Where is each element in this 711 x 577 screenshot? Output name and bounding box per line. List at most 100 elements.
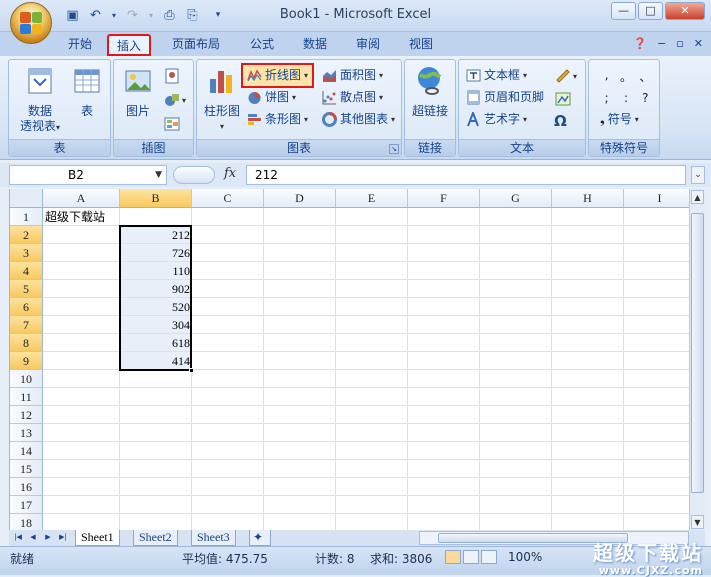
column-header-b[interactable]: B <box>120 189 192 208</box>
tab-page-layout[interactable]: 页面布局 <box>164 34 228 56</box>
next-sheet-icon[interactable]: ▶ <box>41 531 55 545</box>
table-button[interactable]: 表 <box>67 65 107 119</box>
picture-button[interactable]: 图片 <box>118 65 158 119</box>
row-header-16[interactable]: 16 <box>10 478 43 496</box>
name-box[interactable]: B2 ▼ <box>9 165 167 185</box>
ribbon-restore-icon[interactable]: ▫ <box>676 37 683 50</box>
sheet-tab-1[interactable]: Sheet1 <box>75 530 120 546</box>
last-sheet-icon[interactable]: ▶| <box>56 531 70 545</box>
column-header-f[interactable]: F <box>408 189 480 208</box>
page-layout-view-icon[interactable] <box>463 550 479 564</box>
clip-art-icon[interactable] <box>164 68 180 84</box>
zoom-level[interactable]: 100% <box>508 550 542 564</box>
scroll-up-icon[interactable]: ▲ <box>691 190 704 204</box>
row-header-11[interactable]: 11 <box>10 388 43 406</box>
bar-chart-button[interactable]: 条形图 ▾ <box>244 110 311 129</box>
expand-formula-bar-icon[interactable]: ⌄ <box>691 166 705 184</box>
close-icon[interactable]: ✕ <box>665 2 705 20</box>
tab-formulas[interactable]: 公式 <box>242 34 282 56</box>
symbol-semicolon-icon[interactable]: ; <box>597 91 616 105</box>
tab-review[interactable]: 审阅 <box>348 34 388 56</box>
tab-insert[interactable]: 插入 <box>107 34 152 56</box>
charts-dialog-launcher-icon[interactable]: ↘ <box>389 144 399 154</box>
row-header-17[interactable]: 17 <box>10 496 43 514</box>
symbol-button[interactable]: ❟ 符号 ▾ <box>597 110 642 129</box>
column-header-a[interactable]: A <box>43 189 120 208</box>
vertical-scrollbar[interactable]: ▲ ▼ <box>689 189 705 530</box>
other-charts-button[interactable]: 其他图表 ▾ <box>319 110 398 129</box>
hyperlink-button[interactable]: 超链接 <box>407 65 453 119</box>
formula-bar-splitter[interactable] <box>173 166 215 184</box>
row-header-1[interactable]: 1 <box>10 208 43 226</box>
insert-function-icon[interactable]: fx <box>224 166 236 181</box>
cell-a1[interactable]: 超级下载站 <box>45 208 105 226</box>
row-header-4[interactable]: 4 <box>10 262 43 280</box>
column-header-c[interactable]: C <box>192 189 264 208</box>
wordart-button[interactable]: 艺术字 ▾ <box>463 110 530 129</box>
area-chart-button[interactable]: 面积图 ▾ <box>319 66 386 85</box>
symbol-colon-icon[interactable]: : <box>616 91 635 105</box>
textbox-button[interactable]: 文本框 ▾ <box>463 66 530 85</box>
scroll-down-icon[interactable]: ▼ <box>691 515 704 529</box>
column-header-i[interactable]: I <box>624 189 689 208</box>
row-header-6[interactable]: 6 <box>10 298 43 316</box>
select-all-corner[interactable] <box>10 189 43 208</box>
row-header-2[interactable]: 2 <box>10 226 43 244</box>
prev-sheet-icon[interactable]: ◀ <box>26 531 40 545</box>
row-header-7[interactable]: 7 <box>10 316 43 334</box>
sheet-tab-3[interactable]: Sheet3 <box>191 530 236 546</box>
tab-home[interactable]: 开始 <box>60 34 100 56</box>
formula-input[interactable]: 212 <box>246 165 686 185</box>
first-sheet-icon[interactable]: |◀ <box>11 531 25 545</box>
smartart-icon[interactable] <box>164 116 180 132</box>
column-header-h[interactable]: H <box>552 189 624 208</box>
row-header-13[interactable]: 13 <box>10 424 43 442</box>
tab-data[interactable]: 数据 <box>295 34 335 56</box>
pivot-table-button[interactable]: 数据 透视表▾ <box>15 65 65 135</box>
signature-dropdown-icon[interactable]: ▾ <box>573 72 577 81</box>
row-header-5[interactable]: 5 <box>10 280 43 298</box>
row-header-14[interactable]: 14 <box>10 442 43 460</box>
column-chart-button[interactable]: 柱形图 ▾ <box>201 65 243 134</box>
tab-view[interactable]: 视图 <box>401 34 441 56</box>
help-icon[interactable]: ❓ <box>633 37 647 50</box>
office-button[interactable] <box>10 2 52 44</box>
normal-view-icon[interactable] <box>445 550 461 564</box>
name-box-dropdown-icon[interactable]: ▼ <box>155 166 162 184</box>
shapes-icon[interactable] <box>164 92 180 108</box>
symbol-period-icon[interactable]: 。 <box>616 68 635 85</box>
omega-symbol-icon[interactable]: Ω <box>554 112 567 130</box>
symbol-question-icon[interactable]: ? <box>636 91 655 105</box>
textbox-dropdown-icon: ▾ <box>523 71 528 80</box>
object-icon[interactable] <box>555 91 571 107</box>
group-charts-label: 图表 <box>197 139 401 156</box>
pie-chart-button[interactable]: 饼图 ▾ <box>244 88 299 107</box>
row-header-9[interactable]: 9 <box>10 352 43 370</box>
ribbon-close-icon[interactable]: ✕ <box>694 37 703 50</box>
column-header-e[interactable]: E <box>336 189 408 208</box>
worksheet-grid[interactable]: A B C D E F G H I 1 2 3 4 5 6 7 8 9 10 11 12 13 14 15 16 17 18 超级下载… <box>9 189 689 530</box>
column-header-d[interactable]: D <box>264 189 336 208</box>
row-header-3[interactable]: 3 <box>10 244 43 262</box>
maximize-icon[interactable]: □ <box>638 2 663 20</box>
line-chart-button[interactable]: 折线图 ▾ <box>241 63 315 88</box>
minimize-icon[interactable]: — <box>611 2 636 20</box>
header-footer-button[interactable]: 页眉和页脚 <box>463 88 547 107</box>
vertical-scroll-thumb[interactable] <box>691 213 704 493</box>
symbol-pause-icon[interactable]: 、 <box>636 68 655 85</box>
row-header-12[interactable]: 12 <box>10 406 43 424</box>
insert-sheet-icon[interactable]: ✦ <box>249 530 271 546</box>
signature-line-icon[interactable] <box>555 68 571 84</box>
shapes-dropdown-icon[interactable]: ▾ <box>182 96 186 105</box>
row-header-8[interactable]: 8 <box>10 334 43 352</box>
symbol-comma-icon[interactable]: , <box>597 68 616 85</box>
fill-handle[interactable] <box>189 368 194 373</box>
column-header-g[interactable]: G <box>480 189 552 208</box>
page-break-view-icon[interactable] <box>481 550 497 564</box>
row-header-18[interactable]: 18 <box>10 514 43 530</box>
sheet-tab-2[interactable]: Sheet2 <box>133 530 178 546</box>
ribbon-minimize-icon[interactable]: − <box>657 37 666 50</box>
row-header-10[interactable]: 10 <box>10 370 43 388</box>
scatter-chart-button[interactable]: 散点图 ▾ <box>319 88 386 107</box>
row-header-15[interactable]: 15 <box>10 460 43 478</box>
